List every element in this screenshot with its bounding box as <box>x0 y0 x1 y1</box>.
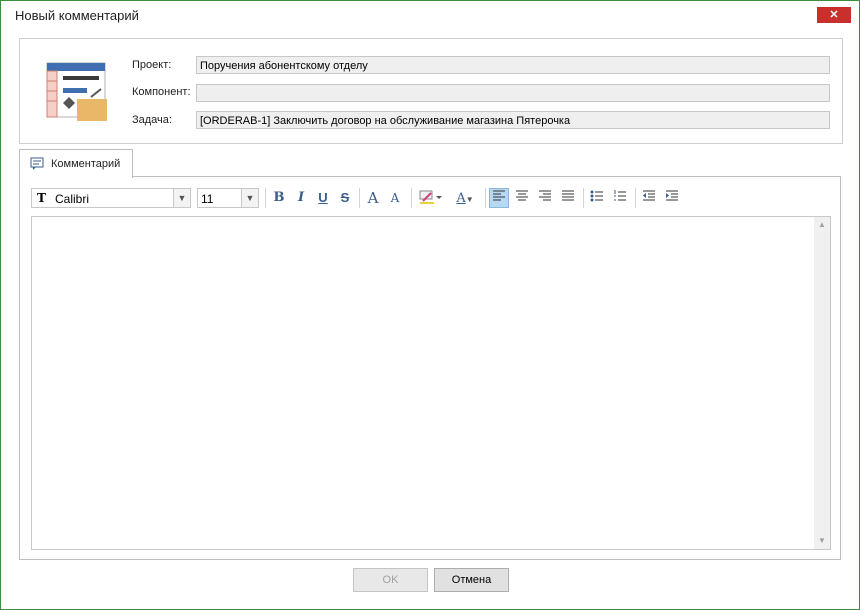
align-center-button[interactable] <box>512 188 532 208</box>
close-button[interactable]: ✕ <box>817 7 851 23</box>
task-label: Задача: <box>132 114 172 126</box>
font-color-button[interactable]: A▼ <box>451 188 479 208</box>
gantt-task-icon <box>46 62 107 121</box>
font-name-value: Calibri <box>55 192 90 206</box>
font-name-select[interactable]: T Calibri ▼ <box>31 188 191 208</box>
scroll-up-icon[interactable]: ▲ <box>814 217 830 233</box>
project-field[interactable]: Поручения абонентскому отделу <box>196 56 830 74</box>
close-icon: ✕ <box>829 9 839 21</box>
font-size-select[interactable]: 11 ▼ <box>197 188 259 208</box>
dialog-window: Новый комментарий ✕ Проект: Поручения аб… <box>0 0 860 610</box>
align-center-icon <box>516 190 528 201</box>
task-info-panel: Проект: Поручения абонентскому отделу Ко… <box>19 38 843 144</box>
shrink-font-button[interactable]: A <box>385 188 405 208</box>
tab-comment-label: Комментарий <box>51 158 121 170</box>
toolbar-separator <box>359 188 360 208</box>
title-bar[interactable]: Новый комментарий ✕ <box>1 1 859 31</box>
tab-comment[interactable]: Комментарий <box>19 149 133 178</box>
underline-button[interactable]: U <box>313 188 333 208</box>
font-icon: T <box>37 191 46 205</box>
increase-indent-icon <box>666 190 678 201</box>
increase-indent-button[interactable] <box>662 188 682 208</box>
chevron-down-icon[interactable]: ▼ <box>241 189 258 207</box>
align-left-button[interactable] <box>489 188 509 208</box>
grow-font-button[interactable]: A <box>363 188 383 208</box>
project-label: Проект: <box>132 59 172 71</box>
numbered-list-icon <box>614 190 626 201</box>
toolbar-separator <box>265 188 266 208</box>
component-field[interactable] <box>196 84 830 102</box>
toolbar-separator <box>635 188 636 208</box>
italic-button[interactable]: I <box>291 188 311 208</box>
font-color-icon: A <box>456 191 466 206</box>
strikethrough-button[interactable]: S <box>335 188 355 208</box>
editor-scrollbar[interactable]: ▲ ▼ <box>814 217 830 549</box>
component-label: Компонент: <box>132 86 191 98</box>
task-field[interactable]: [ORDERAB-1] Заключить договор на обслужи… <box>196 111 830 129</box>
format-toolbar: T Calibri ▼ 11 ▼ B I U S A A A▼ <box>31 187 691 211</box>
bullet-list-icon <box>590 190 603 202</box>
toolbar-separator <box>583 188 584 208</box>
font-size-value: 11 <box>201 192 214 206</box>
window-title: Новый комментарий <box>15 8 139 23</box>
ok-button[interactable]: OK <box>353 568 428 592</box>
comment-icon <box>30 157 44 170</box>
align-right-button[interactable] <box>535 188 555 208</box>
numbered-list-button[interactable] <box>610 188 630 208</box>
decrease-indent-icon <box>643 190 655 201</box>
chevron-down-icon[interactable]: ▼ <box>173 189 190 207</box>
cancel-button[interactable]: Отмена <box>434 568 509 592</box>
highlight-color-button[interactable] <box>415 188 445 208</box>
highlighter-icon <box>419 190 442 204</box>
toolbar-separator <box>485 188 486 208</box>
chevron-down-icon: ▼ <box>465 195 474 204</box>
comment-editor[interactable]: ▲ ▼ <box>31 216 831 550</box>
align-right-icon <box>539 190 551 201</box>
bullet-list-button[interactable] <box>587 188 607 208</box>
scroll-down-icon[interactable]: ▼ <box>814 533 830 549</box>
decrease-indent-button[interactable] <box>639 188 659 208</box>
toolbar-separator <box>411 188 412 208</box>
justify-button[interactable] <box>558 188 578 208</box>
align-left-icon <box>493 190 505 201</box>
justify-icon <box>562 190 574 201</box>
bold-button[interactable]: B <box>269 188 289 208</box>
comment-panel: T Calibri ▼ 11 ▼ B I U S A A A▼ ▲ ▼ <box>19 176 841 560</box>
